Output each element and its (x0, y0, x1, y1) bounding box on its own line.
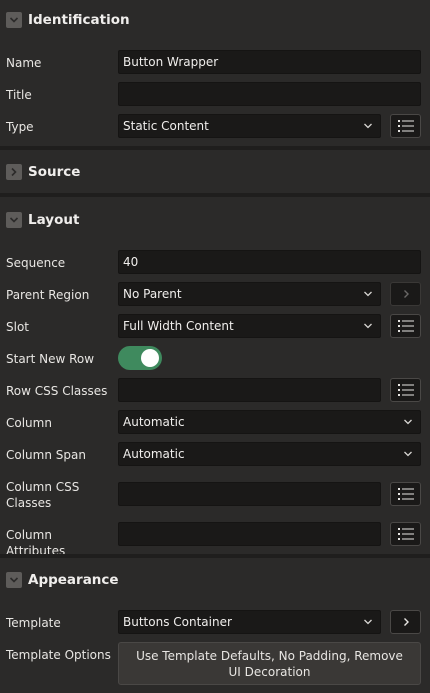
chevron-down-icon (356, 289, 380, 299)
title-field[interactable] (118, 82, 421, 106)
section-identification-header[interactable]: Identification (0, 0, 430, 40)
slot-list-button[interactable] (390, 314, 421, 338)
column-span-value: Automatic (123, 447, 185, 461)
section-source-header[interactable]: Source (0, 152, 430, 192)
sequence-label: Sequence (6, 256, 66, 270)
template-label: Template (6, 616, 61, 630)
slot-label: Slot (6, 320, 29, 334)
chevron-down-icon (356, 121, 380, 131)
start-new-row-label: Start New Row (6, 352, 95, 366)
column-label: Column (6, 416, 52, 430)
list-icon (397, 488, 414, 500)
chevron-down-icon (356, 321, 380, 331)
section-divider (0, 146, 430, 150)
section-title: Layout (28, 212, 80, 228)
template-value: Buttons Container (123, 615, 232, 629)
slot-value: Full Width Content (123, 319, 234, 333)
list-icon (397, 384, 414, 396)
name-value: Button Wrapper (123, 55, 219, 69)
list-icon (397, 528, 414, 540)
start-new-row-toggle[interactable] (118, 346, 162, 370)
row-css-classes-label: Row CSS Classes (6, 384, 108, 398)
column-value: Automatic (123, 415, 185, 429)
chevron-down-icon (356, 617, 380, 627)
row-css-classes-list-button[interactable] (390, 378, 421, 402)
column-select[interactable]: Automatic (118, 410, 421, 434)
chevron-right-icon (403, 618, 409, 626)
section-layout-header[interactable]: Layout (0, 200, 430, 240)
type-value: Static Content (123, 119, 209, 133)
name-field[interactable]: Button Wrapper (118, 50, 421, 74)
chevron-down-icon (396, 417, 420, 427)
column-css-classes-label: Column CSS Classes (6, 480, 80, 510)
section-appearance-header[interactable]: Appearance (0, 560, 430, 600)
column-span-label: Column Span (6, 448, 86, 462)
chevron-right-icon (403, 290, 409, 298)
section-divider (0, 193, 430, 197)
title-label: Title (6, 88, 32, 102)
column-attributes-field[interactable] (118, 522, 381, 546)
template-link-button[interactable] (390, 610, 421, 634)
parent-region-select[interactable]: No Parent (118, 282, 381, 306)
sequence-value: 40 (123, 255, 139, 269)
parent-region-link-button[interactable] (390, 282, 421, 306)
chevron-down-icon[interactable] (6, 12, 22, 28)
section-title: Identification (28, 12, 130, 28)
list-icon (397, 320, 414, 332)
template-options-label: Template Options (6, 648, 111, 662)
parent-region-label: Parent Region (6, 288, 90, 302)
section-title: Source (28, 164, 81, 180)
type-label: Type (6, 120, 34, 134)
section-divider (0, 554, 430, 558)
chevron-down-icon[interactable] (6, 572, 22, 588)
toggle-knob (141, 349, 159, 367)
template-options-value: Use Template Defaults, No Padding, Remov… (136, 648, 403, 679)
type-select[interactable]: Static Content (118, 114, 381, 138)
template-select[interactable]: Buttons Container (118, 610, 381, 634)
slot-select[interactable]: Full Width Content (118, 314, 381, 338)
column-attributes-list-button[interactable] (390, 522, 421, 546)
template-options-button[interactable]: Use Template Defaults, No Padding, Remov… (118, 642, 421, 685)
row-css-classes-field[interactable] (118, 378, 381, 402)
name-label: Name (6, 56, 42, 70)
chevron-down-icon (396, 449, 420, 459)
section-title: Appearance (28, 572, 119, 588)
list-icon (397, 120, 414, 132)
column-span-select[interactable]: Automatic (118, 442, 421, 466)
column-css-classes-list-button[interactable] (390, 482, 421, 506)
chevron-down-icon[interactable] (6, 212, 22, 228)
sequence-field[interactable]: 40 (118, 250, 421, 274)
chevron-right-icon[interactable] (6, 164, 22, 180)
column-css-classes-field[interactable] (118, 482, 381, 506)
type-list-button[interactable] (390, 114, 421, 138)
parent-region-value: No Parent (123, 287, 182, 301)
